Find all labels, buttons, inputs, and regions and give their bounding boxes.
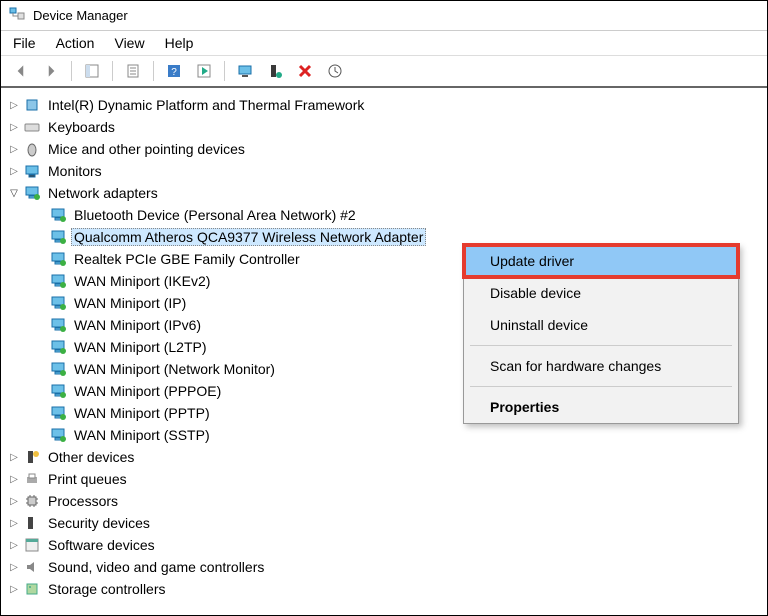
tree-node-security-devices[interactable]: ▷ Security devices [7, 512, 767, 534]
tree-node-net-adapter[interactable]: Bluetooth Device (Personal Area Network)… [33, 204, 767, 226]
printer-icon [23, 470, 41, 488]
tree-node-label: WAN Miniport (IPv6) [71, 316, 204, 334]
network-adapter-icon [23, 184, 41, 202]
scan-hardware-button[interactable] [233, 59, 257, 83]
mouse-icon [23, 140, 41, 158]
tree-node-label: WAN Miniport (IKEv2) [71, 272, 213, 290]
tree-node-label: Bluetooth Device (Personal Area Network)… [71, 206, 359, 224]
menubar: File Action View Help [1, 31, 767, 56]
network-adapter-icon [49, 250, 67, 268]
ctx-separator [470, 386, 732, 387]
tree-node-label: WAN Miniport (PPTP) [71, 404, 213, 422]
device-manager-icon [9, 6, 25, 25]
tree-content: ▷ Intel(R) Dynamic Platform and Thermal … [1, 88, 767, 606]
add-hardware-button[interactable] [263, 59, 287, 83]
action-button[interactable] [192, 59, 216, 83]
expand-icon[interactable]: ▷ [7, 98, 21, 112]
menu-action[interactable]: Action [56, 35, 95, 51]
tree-node-label: WAN Miniport (PPPOE) [71, 382, 224, 400]
tree-node-monitors[interactable]: ▷ Monitors [7, 160, 767, 182]
network-adapter-icon [49, 360, 67, 378]
tree-node-net-adapter[interactable]: WAN Miniport (SSTP) [33, 424, 767, 446]
keyboard-icon [23, 118, 41, 136]
help-button[interactable]: ? [162, 59, 186, 83]
tree-node-network-adapters[interactable]: ▽ Network adapters [7, 182, 767, 204]
forward-button[interactable] [39, 59, 63, 83]
tree-node-label: Qualcomm Atheros QCA9377 Wireless Networ… [71, 228, 426, 246]
storage-icon [23, 580, 41, 598]
network-adapter-icon [49, 272, 67, 290]
ctx-disable-device[interactable]: Disable device [464, 277, 738, 309]
expand-icon[interactable]: ▷ [7, 142, 21, 156]
toolbar-separator [224, 61, 225, 81]
chip-icon [23, 96, 41, 114]
expand-icon[interactable]: ▷ [7, 472, 21, 486]
tree-node-sound[interactable]: ▷ Sound, video and game controllers [7, 556, 767, 578]
network-adapter-icon [49, 228, 67, 246]
collapse-icon[interactable]: ▽ [7, 186, 21, 200]
toolbar-separator [112, 61, 113, 81]
monitor-icon [23, 162, 41, 180]
tree-node-label: WAN Miniport (L2TP) [71, 338, 210, 356]
expand-icon[interactable]: ▷ [7, 560, 21, 574]
security-icon [23, 514, 41, 532]
expand-icon[interactable]: ▷ [7, 164, 21, 178]
software-icon [23, 536, 41, 554]
network-adapter-icon [49, 404, 67, 422]
expand-icon[interactable]: ▷ [7, 516, 21, 530]
toolbar: ? [1, 56, 767, 88]
expand-icon[interactable]: ▷ [7, 582, 21, 596]
network-adapter-icon [49, 206, 67, 224]
tree-node-other-devices[interactable]: ▷ Other devices [7, 446, 767, 468]
tree-node-keyboards[interactable]: ▷ Keyboards [7, 116, 767, 138]
ctx-update-driver[interactable]: Update driver [464, 245, 738, 277]
uninstall-button[interactable] [293, 59, 317, 83]
context-menu: Update driver Disable device Uninstall d… [463, 244, 739, 424]
tree-node-label: WAN Miniport (SSTP) [71, 426, 213, 444]
menu-help[interactable]: Help [165, 35, 194, 51]
properties-button[interactable] [121, 59, 145, 83]
network-adapter-icon [49, 382, 67, 400]
tree-node-label: WAN Miniport (IP) [71, 294, 189, 312]
ctx-separator [470, 345, 732, 346]
cpu-icon [23, 492, 41, 510]
expand-icon[interactable]: ▷ [7, 120, 21, 134]
menu-file[interactable]: File [13, 35, 36, 51]
tree-node-processors[interactable]: ▷ Processors [7, 490, 767, 512]
show-hide-tree-button[interactable] [80, 59, 104, 83]
network-adapter-icon [49, 426, 67, 444]
window-title: Device Manager [33, 8, 128, 23]
expand-icon[interactable]: ▷ [7, 538, 21, 552]
tree-node-print-queues[interactable]: ▷ Print queues [7, 468, 767, 490]
network-adapter-icon [49, 338, 67, 356]
tree-node-storage[interactable]: ▷ Storage controllers [7, 578, 767, 600]
ctx-uninstall-device[interactable]: Uninstall device [464, 309, 738, 341]
ctx-scan-hardware[interactable]: Scan for hardware changes [464, 350, 738, 382]
expand-icon[interactable]: ▷ [7, 450, 21, 464]
other-device-icon [23, 448, 41, 466]
titlebar: Device Manager [1, 1, 767, 31]
toolbar-separator [153, 61, 154, 81]
tree-node-mice[interactable]: ▷ Mice and other pointing devices [7, 138, 767, 160]
tree-node-software-devices[interactable]: ▷ Software devices [7, 534, 767, 556]
menu-view[interactable]: View [114, 35, 144, 51]
tree-node-intel-dpt[interactable]: ▷ Intel(R) Dynamic Platform and Thermal … [7, 94, 767, 116]
update-button[interactable] [323, 59, 347, 83]
tree-node-label: WAN Miniport (Network Monitor) [71, 360, 278, 378]
speaker-icon [23, 558, 41, 576]
network-adapter-icon [49, 316, 67, 334]
back-button[interactable] [9, 59, 33, 83]
network-adapter-icon [49, 294, 67, 312]
tree-node-label: Realtek PCIe GBE Family Controller [71, 250, 303, 268]
ctx-properties[interactable]: Properties [464, 391, 738, 423]
expand-icon[interactable]: ▷ [7, 494, 21, 508]
toolbar-separator [71, 61, 72, 81]
svg-text:?: ? [171, 67, 177, 78]
